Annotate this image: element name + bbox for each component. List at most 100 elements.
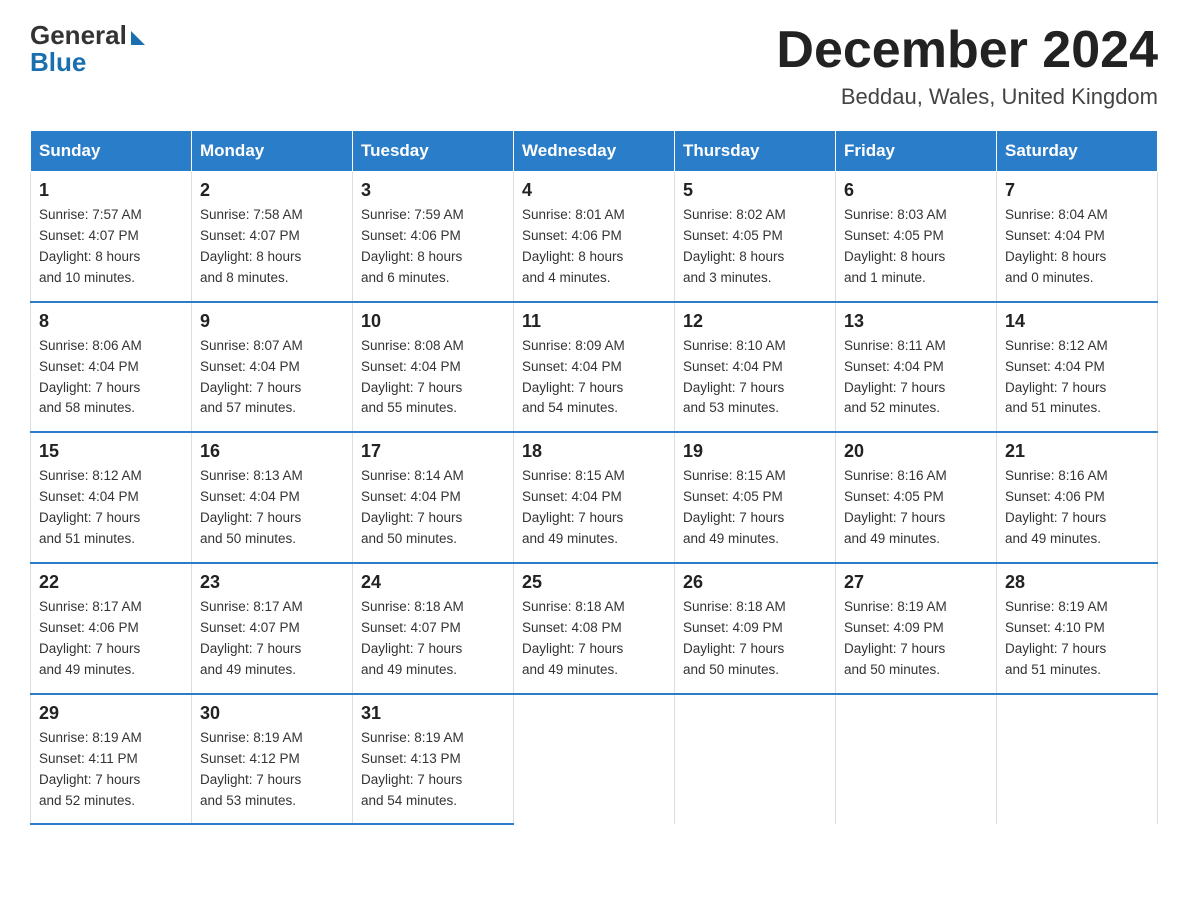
day-info: Sunrise: 8:16 AM Sunset: 4:06 PM Dayligh… <box>1005 466 1149 550</box>
day-info: Sunrise: 7:57 AM Sunset: 4:07 PM Dayligh… <box>39 205 183 289</box>
logo-arrow-icon <box>131 31 145 45</box>
calendar-cell: 19 Sunrise: 8:15 AM Sunset: 4:05 PM Dayli… <box>675 432 836 563</box>
logo: General Blue <box>30 20 145 78</box>
calendar-week-row: 15 Sunrise: 8:12 AM Sunset: 4:04 PM Dayli… <box>31 432 1158 563</box>
day-info: Sunrise: 8:19 AM Sunset: 4:11 PM Dayligh… <box>39 728 183 812</box>
calendar-cell: 25 Sunrise: 8:18 AM Sunset: 4:08 PM Dayli… <box>514 563 675 694</box>
calendar-cell: 10Sunrise: 8:08 AM Sunset: 4:04 PM Dayli… <box>353 302 514 433</box>
location-title: Beddau, Wales, United Kingdom <box>776 84 1158 110</box>
day-info: Sunrise: 8:18 AM Sunset: 4:09 PM Dayligh… <box>683 597 827 681</box>
calendar-cell: 7 Sunrise: 8:04 AM Sunset: 4:04 PM Daylig… <box>997 172 1158 302</box>
day-info: Sunrise: 8:17 AM Sunset: 4:07 PM Dayligh… <box>200 597 344 681</box>
day-number: 24 <box>361 572 505 593</box>
calendar-cell: 9Sunrise: 8:07 AM Sunset: 4:04 PM Daylig… <box>192 302 353 433</box>
day-number: 11 <box>522 311 666 332</box>
day-info: Sunrise: 8:12 AM Sunset: 4:04 PM Dayligh… <box>39 466 183 550</box>
day-number: 18 <box>522 441 666 462</box>
day-info: Sunrise: 8:08 AM Sunset: 4:04 PM Dayligh… <box>361 336 505 420</box>
calendar-week-row: 29 Sunrise: 8:19 AM Sunset: 4:11 PM Dayli… <box>31 694 1158 825</box>
calendar-cell: 22 Sunrise: 8:17 AM Sunset: 4:06 PM Dayli… <box>31 563 192 694</box>
calendar-cell: 3 Sunrise: 7:59 AM Sunset: 4:06 PM Daylig… <box>353 172 514 302</box>
day-info: Sunrise: 8:18 AM Sunset: 4:08 PM Dayligh… <box>522 597 666 681</box>
day-number: 22 <box>39 572 183 593</box>
day-info: Sunrise: 8:16 AM Sunset: 4:05 PM Dayligh… <box>844 466 988 550</box>
calendar-cell <box>997 694 1158 825</box>
weekday-header-thursday: Thursday <box>675 131 836 172</box>
calendar-cell: 6 Sunrise: 8:03 AM Sunset: 4:05 PM Daylig… <box>836 172 997 302</box>
weekday-header-saturday: Saturday <box>997 131 1158 172</box>
calendar-cell: 29 Sunrise: 8:19 AM Sunset: 4:11 PM Dayli… <box>31 694 192 825</box>
day-number: 19 <box>683 441 827 462</box>
day-info: Sunrise: 8:09 AM Sunset: 4:04 PM Dayligh… <box>522 336 666 420</box>
day-info: Sunrise: 8:19 AM Sunset: 4:09 PM Dayligh… <box>844 597 988 681</box>
title-section: December 2024 Beddau, Wales, United King… <box>776 20 1158 110</box>
day-info: Sunrise: 8:15 AM Sunset: 4:05 PM Dayligh… <box>683 466 827 550</box>
weekday-header-friday: Friday <box>836 131 997 172</box>
day-info: Sunrise: 8:10 AM Sunset: 4:04 PM Dayligh… <box>683 336 827 420</box>
weekday-header-monday: Monday <box>192 131 353 172</box>
day-info: Sunrise: 7:59 AM Sunset: 4:06 PM Dayligh… <box>361 205 505 289</box>
weekday-header-sunday: Sunday <box>31 131 192 172</box>
day-number: 25 <box>522 572 666 593</box>
day-number: 21 <box>1005 441 1149 462</box>
day-info: Sunrise: 8:11 AM Sunset: 4:04 PM Dayligh… <box>844 336 988 420</box>
weekday-header-row: SundayMondayTuesdayWednesdayThursdayFrid… <box>31 131 1158 172</box>
day-number: 1 <box>39 180 183 201</box>
day-info: Sunrise: 8:13 AM Sunset: 4:04 PM Dayligh… <box>200 466 344 550</box>
day-info: Sunrise: 8:14 AM Sunset: 4:04 PM Dayligh… <box>361 466 505 550</box>
page-header: General Blue December 2024 Beddau, Wales… <box>30 20 1158 110</box>
calendar-cell: 2Sunrise: 7:58 AM Sunset: 4:07 PM Daylig… <box>192 172 353 302</box>
day-info: Sunrise: 8:15 AM Sunset: 4:04 PM Dayligh… <box>522 466 666 550</box>
day-number: 16 <box>200 441 344 462</box>
day-info: Sunrise: 8:18 AM Sunset: 4:07 PM Dayligh… <box>361 597 505 681</box>
day-info: Sunrise: 8:04 AM Sunset: 4:04 PM Dayligh… <box>1005 205 1149 289</box>
day-number: 15 <box>39 441 183 462</box>
day-info: Sunrise: 8:19 AM Sunset: 4:12 PM Dayligh… <box>200 728 344 812</box>
day-number: 14 <box>1005 311 1149 332</box>
day-info: Sunrise: 8:19 AM Sunset: 4:13 PM Dayligh… <box>361 728 505 812</box>
calendar-cell: 13 Sunrise: 8:11 AM Sunset: 4:04 PM Dayli… <box>836 302 997 433</box>
calendar-cell: 30 Sunrise: 8:19 AM Sunset: 4:12 PM Dayli… <box>192 694 353 825</box>
day-info: Sunrise: 8:17 AM Sunset: 4:06 PM Dayligh… <box>39 597 183 681</box>
calendar-table: SundayMondayTuesdayWednesdayThursdayFrid… <box>30 130 1158 825</box>
calendar-week-row: 1 Sunrise: 7:57 AM Sunset: 4:07 PM Daylig… <box>31 172 1158 302</box>
day-number: 26 <box>683 572 827 593</box>
calendar-cell: 8 Sunrise: 8:06 AM Sunset: 4:04 PM Daylig… <box>31 302 192 433</box>
calendar-cell <box>675 694 836 825</box>
calendar-cell: 31 Sunrise: 8:19 AM Sunset: 4:13 PM Dayli… <box>353 694 514 825</box>
calendar-cell: 28 Sunrise: 8:19 AM Sunset: 4:10 PM Dayli… <box>997 563 1158 694</box>
day-number: 7 <box>1005 180 1149 201</box>
calendar-cell: 20 Sunrise: 8:16 AM Sunset: 4:05 PM Dayli… <box>836 432 997 563</box>
month-title: December 2024 <box>776 20 1158 80</box>
calendar-cell: 18 Sunrise: 8:15 AM Sunset: 4:04 PM Dayli… <box>514 432 675 563</box>
day-info: Sunrise: 7:58 AM Sunset: 4:07 PM Dayligh… <box>200 205 344 289</box>
calendar-cell: 21 Sunrise: 8:16 AM Sunset: 4:06 PM Dayli… <box>997 432 1158 563</box>
day-number: 6 <box>844 180 988 201</box>
weekday-header-tuesday: Tuesday <box>353 131 514 172</box>
calendar-cell: 24 Sunrise: 8:18 AM Sunset: 4:07 PM Dayli… <box>353 563 514 694</box>
day-number: 20 <box>844 441 988 462</box>
day-info: Sunrise: 8:01 AM Sunset: 4:06 PM Dayligh… <box>522 205 666 289</box>
calendar-cell: 12 Sunrise: 8:10 AM Sunset: 4:04 PM Dayli… <box>675 302 836 433</box>
calendar-cell: 4Sunrise: 8:01 AM Sunset: 4:06 PM Daylig… <box>514 172 675 302</box>
day-number: 3 <box>361 180 505 201</box>
day-info: Sunrise: 8:03 AM Sunset: 4:05 PM Dayligh… <box>844 205 988 289</box>
day-number: 8 <box>39 311 183 332</box>
day-number: 12 <box>683 311 827 332</box>
calendar-cell: 15 Sunrise: 8:12 AM Sunset: 4:04 PM Dayli… <box>31 432 192 563</box>
day-number: 9 <box>200 311 344 332</box>
day-number: 28 <box>1005 572 1149 593</box>
day-number: 29 <box>39 703 183 724</box>
day-info: Sunrise: 8:06 AM Sunset: 4:04 PM Dayligh… <box>39 336 183 420</box>
calendar-cell: 23Sunrise: 8:17 AM Sunset: 4:07 PM Dayli… <box>192 563 353 694</box>
day-number: 13 <box>844 311 988 332</box>
day-info: Sunrise: 8:19 AM Sunset: 4:10 PM Dayligh… <box>1005 597 1149 681</box>
calendar-cell: 11 Sunrise: 8:09 AM Sunset: 4:04 PM Dayli… <box>514 302 675 433</box>
calendar-cell: 16 Sunrise: 8:13 AM Sunset: 4:04 PM Dayli… <box>192 432 353 563</box>
day-info: Sunrise: 8:12 AM Sunset: 4:04 PM Dayligh… <box>1005 336 1149 420</box>
day-number: 30 <box>200 703 344 724</box>
day-number: 31 <box>361 703 505 724</box>
calendar-cell: 1 Sunrise: 7:57 AM Sunset: 4:07 PM Daylig… <box>31 172 192 302</box>
calendar-cell <box>514 694 675 825</box>
logo-blue-text: Blue <box>30 47 86 78</box>
